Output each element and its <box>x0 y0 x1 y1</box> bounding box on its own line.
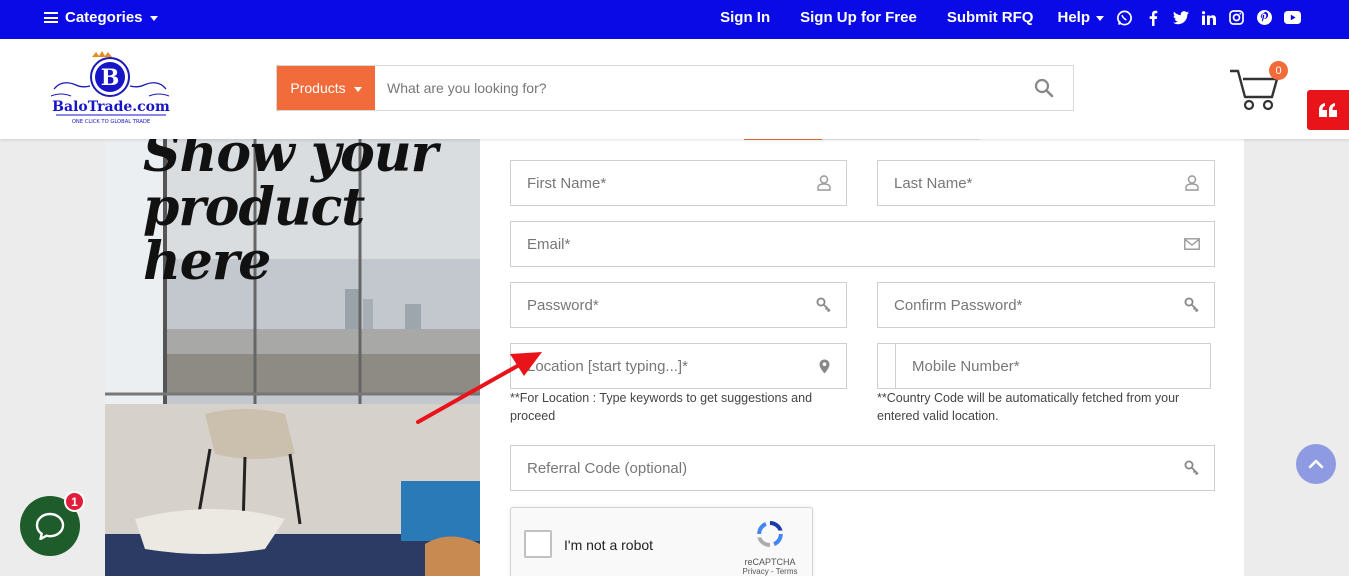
location-field <box>510 343 847 389</box>
twitter-icon[interactable] <box>1172 9 1189 26</box>
sign-in-link[interactable]: Sign In <box>720 9 770 26</box>
signup-form: **For Location : Type keywords to get su… <box>480 138 1244 576</box>
quote-tab-button[interactable] <box>1307 90 1349 130</box>
password-input[interactable] <box>511 283 802 327</box>
location-hint: **For Location : Type keywords to get su… <box>510 391 813 423</box>
email-field <box>510 221 1215 267</box>
last-name-input[interactable] <box>878 161 1170 205</box>
user-icon <box>1170 175 1214 191</box>
first-name-field <box>510 160 847 206</box>
location-input[interactable] <box>511 344 802 388</box>
email-input[interactable] <box>511 222 1170 266</box>
chat-widget-button[interactable]: 1 <box>20 491 85 556</box>
help-menu[interactable]: Help <box>1057 9 1104 26</box>
promo-headline: Show your product here <box>143 139 438 292</box>
categories-label: Categories <box>65 9 143 26</box>
recaptcha-widget: I'm not a robot reCAPTCHA Privacy - Term… <box>510 507 813 576</box>
last-name-field <box>877 160 1215 206</box>
cart-count-badge: 0 <box>1269 61 1288 80</box>
search-category-dropdown[interactable]: Products <box>277 66 375 110</box>
caret-down-icon <box>1096 16 1104 21</box>
user-icon <box>802 175 846 191</box>
password-field <box>510 282 847 328</box>
back-to-top-button[interactable] <box>1296 444 1336 484</box>
pinterest-icon[interactable] <box>1256 9 1273 26</box>
logo-tagline: ONE CLICK TO GLOBAL TRADE <box>72 119 150 125</box>
categories-menu[interactable]: Categories <box>44 9 158 26</box>
search-icon[interactable] <box>1015 66 1073 110</box>
recaptcha-brand: reCAPTCHA <box>744 557 796 567</box>
mobile-number-field <box>877 343 1211 389</box>
mobile-number-input[interactable] <box>896 344 1210 388</box>
instagram-icon[interactable] <box>1228 9 1245 26</box>
cart-button[interactable]: 0 <box>1228 61 1288 115</box>
country-code-prefix[interactable] <box>878 344 896 388</box>
promo-image: Show your product here <box>105 139 480 576</box>
social-links <box>1116 9 1301 26</box>
search-category-label: Products <box>290 80 346 96</box>
confirm-password-field <box>877 282 1215 328</box>
chat-bubble-icon <box>35 512 65 540</box>
hamburger-icon <box>44 12 58 23</box>
key-icon <box>1170 297 1214 313</box>
top-links: Sign In Sign Up for Free Submit RFQ Help <box>690 9 1301 26</box>
chevron-up-icon <box>1308 459 1324 469</box>
top-bar: Categories Sign In Sign Up for Free Subm… <box>0 0 1349 39</box>
mobile-hint: **Country Code will be automatically fet… <box>877 391 1180 423</box>
logo-letter: B <box>101 65 120 91</box>
submit-rfq-link[interactable]: Submit RFQ <box>947 9 1034 26</box>
search-bar: Products <box>276 65 1074 111</box>
linkedin-icon[interactable] <box>1200 9 1217 26</box>
recaptcha-label: I'm not a robot <box>564 537 654 553</box>
quote-icon <box>1319 103 1337 117</box>
site-header: B BaloTrade.com ONE CLICK TO GLOBAL TRAD… <box>0 39 1349 139</box>
key-icon <box>1170 460 1214 476</box>
sign-up-link[interactable]: Sign Up for Free <box>800 9 917 26</box>
promo-line: product <box>143 177 365 238</box>
help-label: Help <box>1057 9 1090 26</box>
logo-wordmark: BaloTrade.com <box>52 99 170 115</box>
recaptcha-checkbox[interactable] <box>524 530 552 558</box>
confirm-password-input[interactable] <box>878 283 1170 327</box>
recaptcha-logo-icon <box>757 521 783 548</box>
envelope-icon <box>1170 238 1214 250</box>
caret-down-icon <box>353 86 362 92</box>
referral-code-field <box>510 445 1215 491</box>
facebook-icon[interactable] <box>1144 9 1161 26</box>
recaptcha-links[interactable]: Privacy - Terms <box>740 567 800 576</box>
whatsapp-icon[interactable] <box>1116 9 1133 26</box>
site-logo[interactable]: B BaloTrade.com ONE CLICK TO GLOBAL TRAD… <box>48 49 174 129</box>
recaptcha-branding: reCAPTCHA Privacy - Terms <box>740 518 800 576</box>
referral-code-input[interactable] <box>511 446 1170 490</box>
youtube-icon[interactable] <box>1284 9 1301 26</box>
first-name-input[interactable] <box>511 161 802 205</box>
map-marker-icon <box>802 359 846 374</box>
search-input[interactable] <box>375 66 1015 110</box>
promo-line: here <box>143 231 271 292</box>
chat-unread-badge: 1 <box>64 491 85 512</box>
key-icon <box>802 297 846 313</box>
caret-down-icon <box>149 16 158 21</box>
promo-line: Show your <box>143 139 438 184</box>
